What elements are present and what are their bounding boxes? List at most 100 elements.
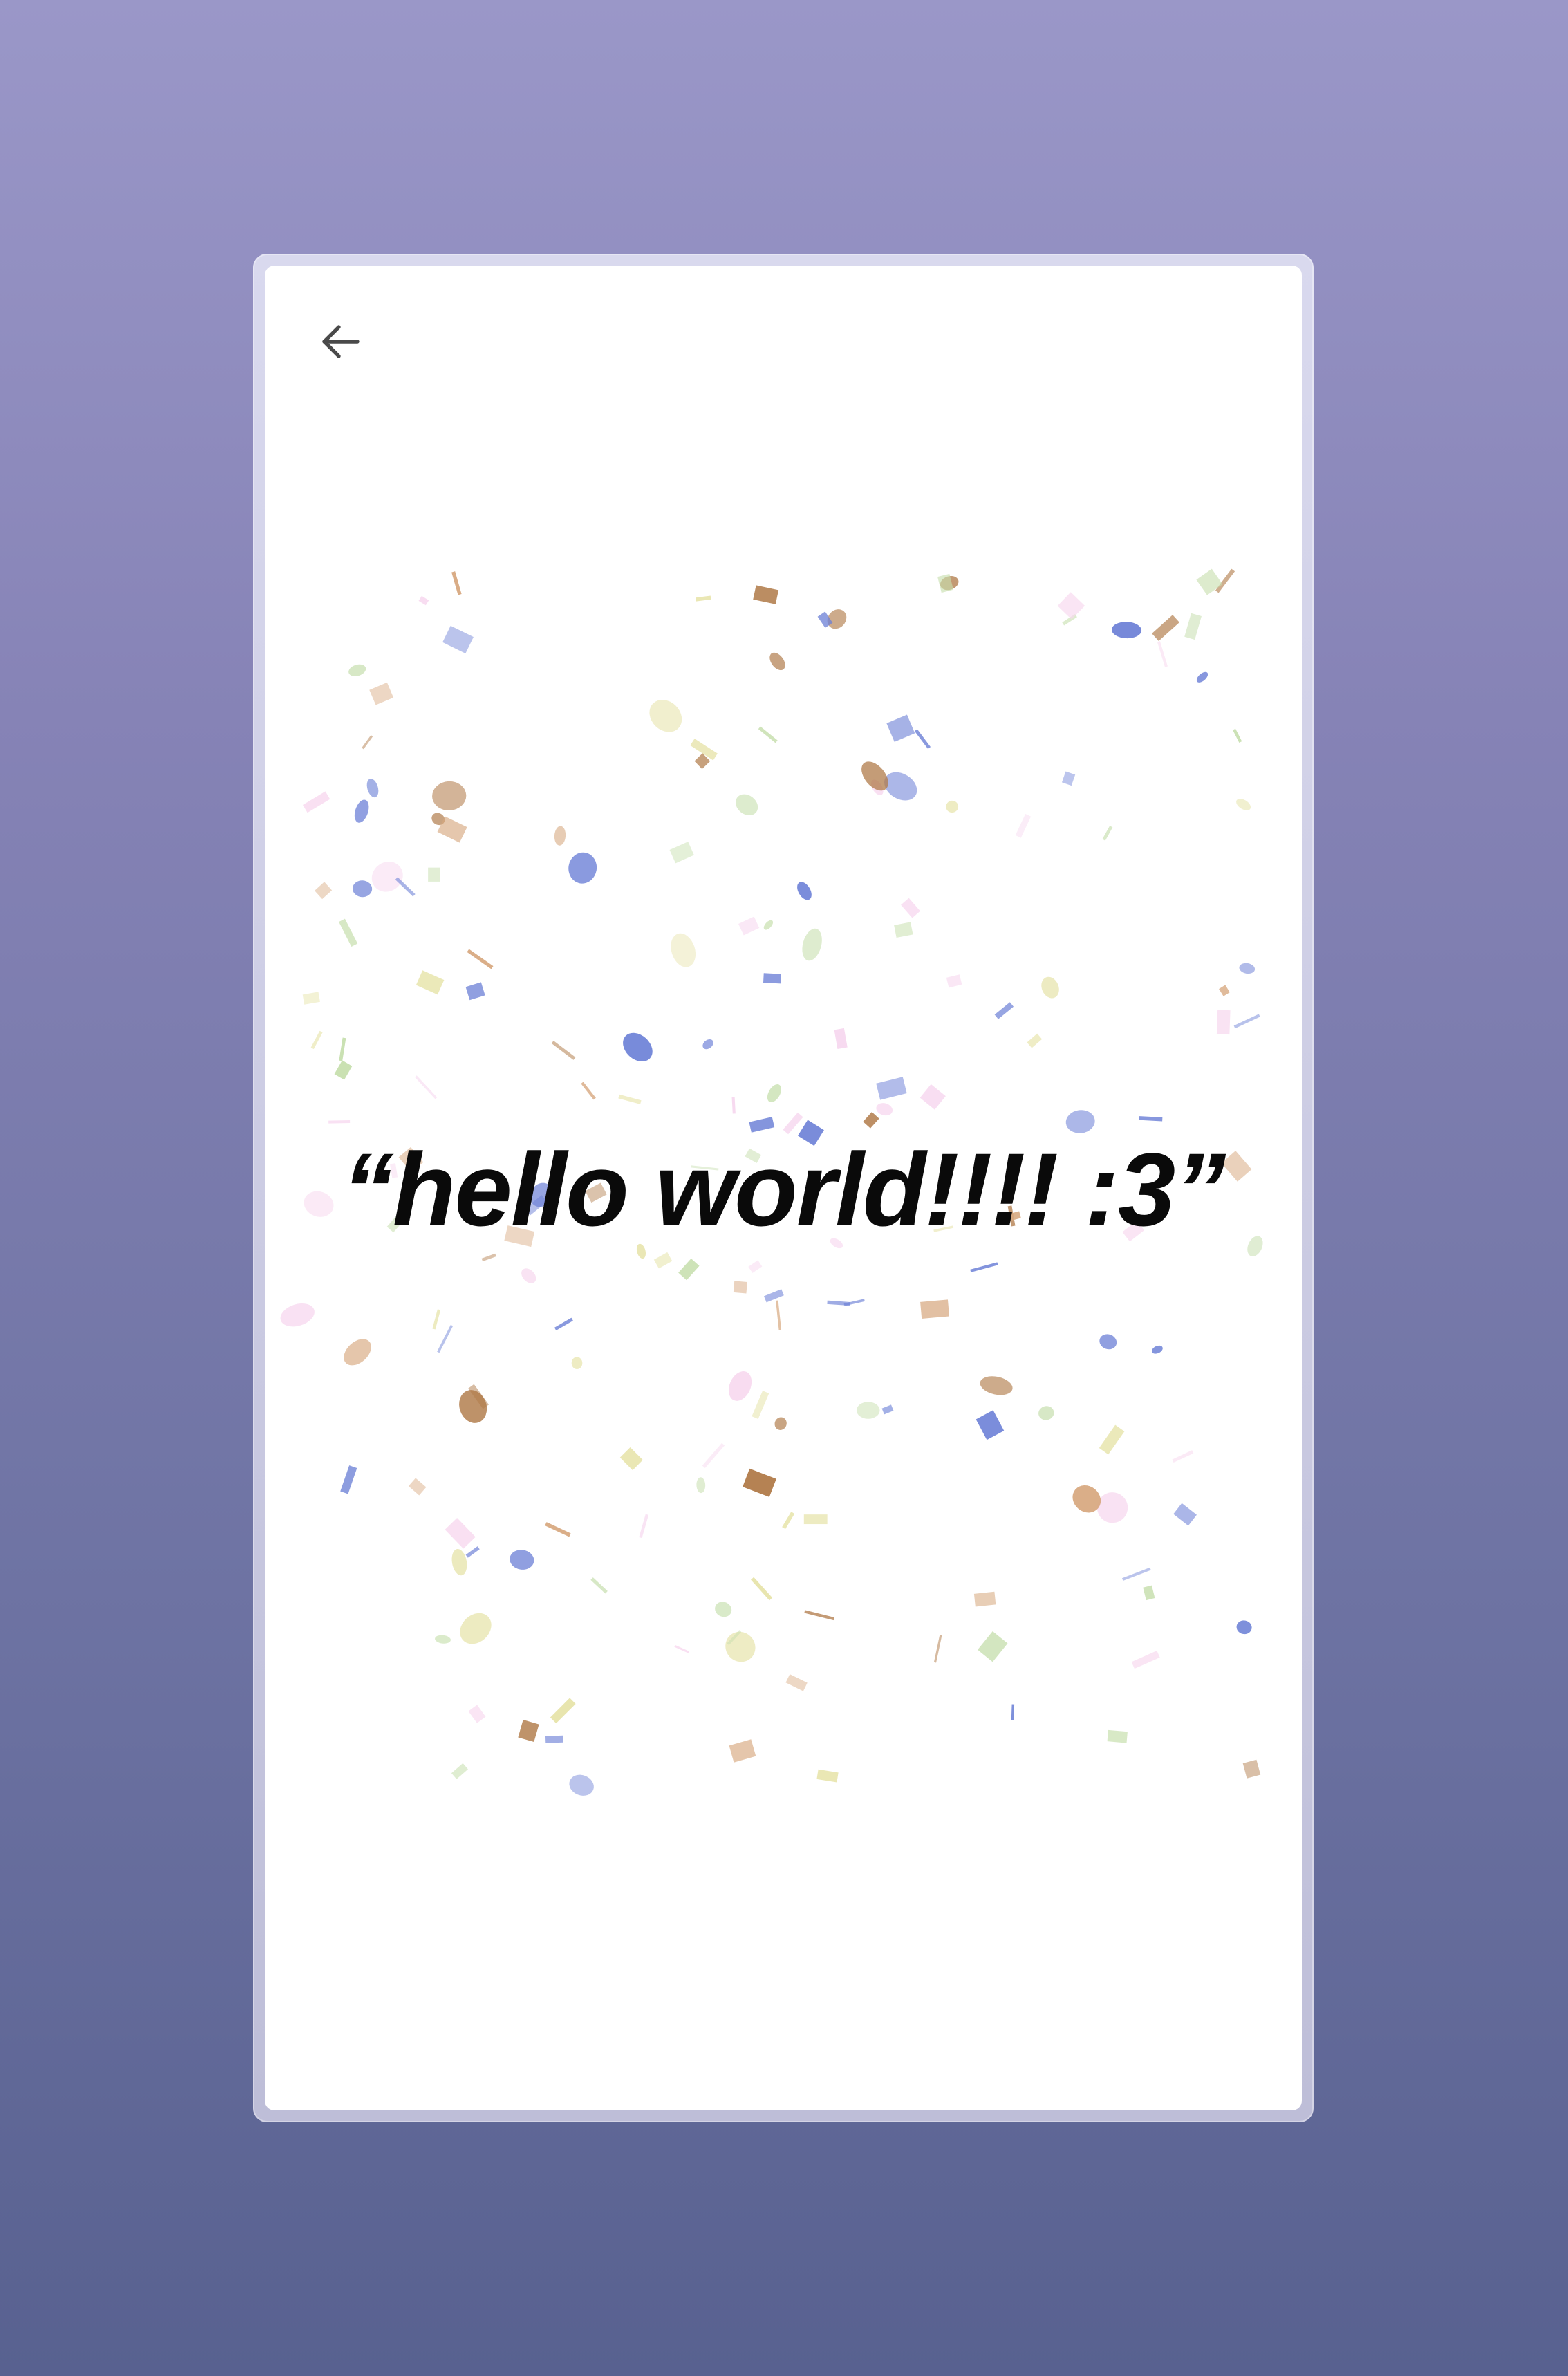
confetti-streamer [751,1577,773,1601]
confetti-piece [518,1719,539,1743]
confetti-piece [315,882,333,900]
confetti-dot [876,1103,893,1116]
confetti-piece [1027,1033,1043,1048]
confetti-streamer [465,1546,480,1558]
confetti-dot [366,779,379,798]
confetti-streamer [310,1030,323,1050]
confetti-dot [435,1635,451,1644]
confetti-piece [920,1084,946,1110]
confetti-streamer [415,1075,438,1099]
confetti-streamer [1172,1450,1194,1463]
confetti-piece [763,973,781,984]
confetti-piece [978,1631,1008,1662]
confetti-piece [1184,613,1202,640]
confetti-piece [748,1260,763,1273]
confetti-piece [816,1769,839,1783]
confetti-dot [344,1339,371,1366]
confetti-dot [554,826,566,846]
confetti-piece [442,625,474,653]
confetti-piece [876,1077,907,1100]
confetti-piece [302,791,330,813]
confetti-streamer [1157,641,1168,667]
confetti-streamer [782,1512,795,1530]
confetti-piece [1216,1010,1231,1035]
confetti-dot [451,1548,467,1576]
confetti-dot [280,1303,315,1327]
confetti-piece [340,1465,357,1494]
confetti-streamer [1011,1704,1015,1720]
confetti-piece [976,1410,1005,1440]
confetti-piece [678,1258,700,1281]
confetti-piece [550,1698,576,1724]
confetti-streamer [1139,1116,1163,1122]
confetti-streamer [1233,1014,1260,1029]
confetti-dot [802,928,822,961]
confetti-dot [1041,976,1059,999]
confetti-piece [1015,813,1032,838]
confetti-dot [1236,799,1251,810]
confetti-dot [769,652,785,671]
confetti-streamer [696,595,711,602]
confetti-streamer [1121,1567,1151,1581]
confetti-streamer [467,949,494,969]
confetti-streamer [618,1094,642,1104]
confetti-piece [803,1514,828,1525]
confetti-dot [623,1032,653,1062]
confetti-dot [671,933,696,967]
confetti-dot [1038,1406,1054,1420]
confetti-piece [920,1299,950,1319]
confetti-piece [1099,1424,1125,1455]
confetti-piece [465,982,485,1001]
confetti-streamer [437,1324,454,1353]
confetti-streamer [554,1317,573,1330]
confetti-streamer [1102,826,1113,841]
confetti-piece [369,682,394,705]
confetti-piece [733,1281,747,1294]
confetti-dot [767,1084,782,1103]
screen-card: “hello world!!!! :3” [265,266,1302,2110]
confetti-streamer [328,1120,351,1124]
confetti-streamer [551,1041,576,1060]
confetti-streamer [731,1097,736,1114]
confetti-piece [416,970,445,995]
confetti-piece [863,1111,879,1129]
confetti-streamer [914,729,931,750]
confetti-streamer [590,1577,608,1594]
confetti-streamer [481,1253,496,1262]
confetti-piece [1219,985,1230,996]
confetti-piece [653,1252,673,1269]
confetti-piece [729,1739,756,1763]
confetti-dot [1099,1334,1117,1350]
hello-message: “hello world!!!! :3” [342,1131,1226,1247]
confetti-dot [736,794,758,816]
confetti-piece [973,1591,996,1607]
confetti-streamer [451,571,462,595]
confetti-piece [669,842,694,864]
confetti-streamer [395,877,416,897]
confetti-piece [834,1028,848,1049]
confetti-piece [445,1518,476,1549]
confetti-streamer [970,1262,998,1272]
confetti-piece [1061,771,1076,786]
confetti-piece [428,867,440,882]
confetti-dot [1236,1620,1252,1635]
confetti-dot [1196,671,1208,683]
confetti-streamer [545,1522,571,1537]
confetti-streamer [639,1514,649,1539]
confetti-dot [856,1402,880,1419]
confetti-dot [432,781,467,810]
back-button[interactable] [306,307,375,376]
confetti-piece [763,1289,784,1303]
confetti-dot [510,1550,534,1570]
confetti-dot [568,852,597,884]
confetti-dot [649,700,682,732]
confetti-piece [1057,592,1085,620]
confetti-streamer [362,734,373,750]
confetti-dot [980,1376,1013,1395]
confetti-streamer [758,726,778,743]
confetti-dot [371,862,403,892]
confetti-dot [774,1417,787,1430]
confetti-piece [738,916,760,936]
confetti-piece [545,1735,563,1743]
confetti-dot [1111,622,1142,639]
